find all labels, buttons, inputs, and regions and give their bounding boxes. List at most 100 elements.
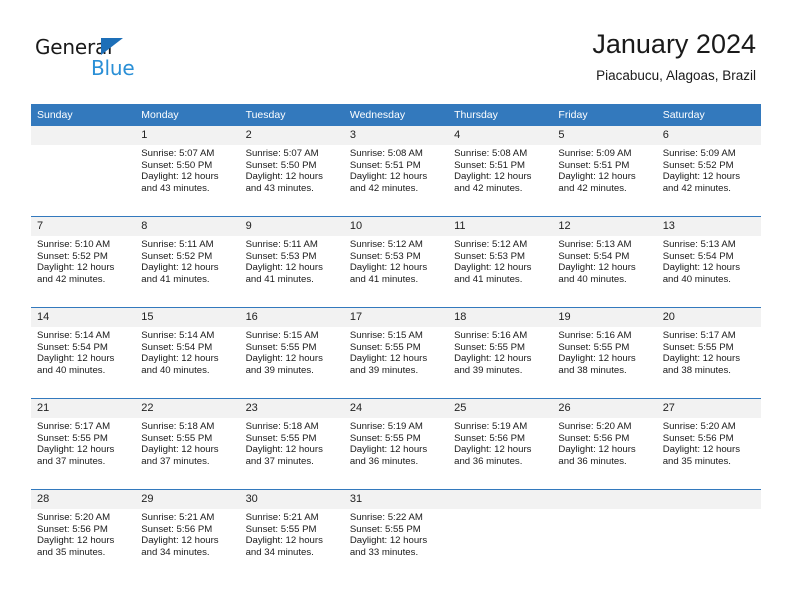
sunset-text: Sunset: 5:52 PM (37, 250, 108, 262)
day-details: Sunrise: 5:07 AM Sunset: 5:50 PM Dayligh… (240, 145, 344, 194)
day-details: Sunrise: 5:19 AM Sunset: 5:55 PM Dayligh… (344, 418, 448, 467)
sunset-text: Sunset: 5:55 PM (245, 432, 317, 444)
daylight-text-line2: and 43 minutes. (245, 182, 314, 194)
daylight-text-line2: and 39 minutes. (349, 364, 419, 376)
daylight-text-line1: Daylight: 12 hours (454, 353, 532, 365)
day-cell[interactable]: 11 Sunrise: 5:12 AM Sunset: 5:53 PM Dayl… (448, 217, 553, 308)
sunset-text: Sunset: 5:56 PM (558, 432, 630, 444)
sunrise-text: Sunrise: 5:18 AM (245, 421, 319, 432)
day-details: Sunrise: 5:18 AM Sunset: 5:55 PM Dayligh… (135, 418, 239, 467)
day-cell[interactable]: 25 Sunrise: 5:19 AM Sunset: 5:56 PM Dayl… (448, 399, 553, 490)
day-cell[interactable]: 13 Sunrise: 5:13 AM Sunset: 5:54 PM Dayl… (656, 217, 761, 308)
day-cell[interactable]: 18 Sunrise: 5:16 AM Sunset: 5:55 PM Dayl… (448, 308, 553, 399)
day-cell[interactable]: 2 Sunrise: 5:07 AM Sunset: 5:50 PM Dayli… (239, 126, 344, 217)
sunrise-text: Sunrise: 5:13 AM (558, 239, 632, 250)
day-cell[interactable]: 24 Sunrise: 5:19 AM Sunset: 5:55 PM Dayl… (343, 399, 449, 490)
weekday-header-wednesday: Wednesday (343, 104, 449, 126)
daylight-text-line2: and 40 minutes. (37, 364, 106, 376)
sunrise-text: Sunrise: 5:18 AM (141, 421, 215, 432)
day-cell[interactable]: 16 Sunrise: 5:15 AM Sunset: 5:55 PM Dayl… (239, 308, 344, 399)
day-cell[interactable]: 4 Sunrise: 5:08 AM Sunset: 5:51 PM Dayli… (448, 126, 553, 217)
day-cell[interactable]: 5 Sunrise: 5:09 AM Sunset: 5:51 PM Dayli… (552, 126, 657, 217)
day-cell[interactable]: 14 Sunrise: 5:14 AM Sunset: 5:54 PM Dayl… (31, 308, 136, 399)
day-details: Sunrise: 5:13 AM Sunset: 5:54 PM Dayligh… (657, 236, 761, 285)
daylight-text-line2: and 37 minutes. (245, 455, 314, 467)
sunrise-text: Sunrise: 5:15 AM (245, 330, 319, 341)
sunrise-text: Sunrise: 5:07 AM (141, 148, 215, 159)
day-details: Sunrise: 5:15 AM Sunset: 5:55 PM Dayligh… (344, 327, 448, 376)
title-block: January 2024 Piacabucu, Alagoas, Brazil (592, 28, 756, 84)
day-cell[interactable]: 1 Sunrise: 5:07 AM Sunset: 5:50 PM Dayli… (135, 126, 240, 217)
day-cell[interactable]: 22 Sunrise: 5:18 AM Sunset: 5:55 PM Dayl… (135, 399, 240, 490)
day-details: Sunrise: 5:21 AM Sunset: 5:56 PM Dayligh… (135, 509, 239, 558)
daylight-text-line1: Daylight: 12 hours (454, 444, 532, 456)
day-details: Sunrise: 5:12 AM Sunset: 5:53 PM Dayligh… (344, 236, 448, 285)
day-cell[interactable]: 6 Sunrise: 5:09 AM Sunset: 5:52 PM Dayli… (656, 126, 761, 217)
sunset-text: Sunset: 5:55 PM (349, 341, 421, 353)
sunrise-text: Sunrise: 5:19 AM (454, 421, 528, 432)
day-cell[interactable]: 28 Sunrise: 5:20 AM Sunset: 5:56 PM Dayl… (31, 490, 136, 581)
day-cell (552, 490, 657, 581)
day-details: Sunrise: 5:09 AM Sunset: 5:51 PM Dayligh… (552, 145, 656, 194)
sunrise-text: Sunrise: 5:11 AM (141, 239, 214, 250)
day-cell[interactable]: 30 Sunrise: 5:21 AM Sunset: 5:55 PM Dayl… (239, 490, 344, 581)
day-cell[interactable]: 26 Sunrise: 5:20 AM Sunset: 5:56 PM Dayl… (552, 399, 657, 490)
day-number: 26 (552, 399, 657, 418)
sunset-text: Sunset: 5:55 PM (662, 341, 734, 353)
sunset-text: Sunset: 5:55 PM (37, 432, 108, 444)
day-details: Sunrise: 5:09 AM Sunset: 5:52 PM Dayligh… (657, 145, 761, 194)
sunset-text: Sunset: 5:55 PM (349, 523, 421, 535)
daylight-text-line1: Daylight: 12 hours (245, 444, 323, 456)
sunset-text: Sunset: 5:53 PM (349, 250, 421, 262)
day-number: 5 (552, 126, 657, 145)
daylight-text-line2: and 41 minutes. (141, 273, 210, 285)
day-cell[interactable]: 7 Sunrise: 5:10 AM Sunset: 5:52 PM Dayli… (31, 217, 136, 308)
day-cell[interactable]: 12 Sunrise: 5:13 AM Sunset: 5:54 PM Dayl… (552, 217, 657, 308)
day-cell[interactable]: 23 Sunrise: 5:18 AM Sunset: 5:55 PM Dayl… (239, 399, 344, 490)
day-cell[interactable]: 17 Sunrise: 5:15 AM Sunset: 5:55 PM Dayl… (343, 308, 449, 399)
day-details: Sunrise: 5:16 AM Sunset: 5:55 PM Dayligh… (448, 327, 552, 376)
day-number: 7 (31, 217, 136, 236)
weekday-header-monday: Monday (135, 104, 240, 126)
daylight-text-line1: Daylight: 12 hours (558, 353, 636, 365)
day-details: Sunrise: 5:20 AM Sunset: 5:56 PM Dayligh… (552, 418, 656, 467)
day-cell[interactable]: 15 Sunrise: 5:14 AM Sunset: 5:54 PM Dayl… (135, 308, 240, 399)
daylight-text-line1: Daylight: 12 hours (558, 171, 636, 183)
day-cell[interactable]: 10 Sunrise: 5:12 AM Sunset: 5:53 PM Dayl… (343, 217, 449, 308)
sunset-text: Sunset: 5:51 PM (454, 159, 526, 171)
daylight-text-line2: and 43 minutes. (141, 182, 210, 194)
daylight-text-line1: Daylight: 12 hours (349, 262, 428, 274)
daylight-text-line2: and 38 minutes. (558, 364, 627, 376)
daylight-text-line1: Daylight: 12 hours (349, 171, 428, 183)
day-number: 6 (656, 126, 761, 145)
day-details: Sunrise: 5:11 AM Sunset: 5:52 PM Dayligh… (135, 236, 239, 285)
sunset-text: Sunset: 5:54 PM (662, 250, 734, 262)
day-cell[interactable]: 27 Sunrise: 5:20 AM Sunset: 5:56 PM Dayl… (656, 399, 761, 490)
day-cell[interactable]: 31 Sunrise: 5:22 AM Sunset: 5:55 PM Dayl… (343, 490, 449, 581)
day-number (656, 490, 761, 509)
day-number: 30 (239, 490, 344, 509)
day-number: 12 (552, 217, 657, 236)
daylight-text-line1: Daylight: 12 hours (141, 171, 219, 183)
day-cell[interactable]: 19 Sunrise: 5:16 AM Sunset: 5:55 PM Dayl… (552, 308, 657, 399)
sunset-text: Sunset: 5:51 PM (558, 159, 630, 171)
daylight-text-line1: Daylight: 12 hours (245, 262, 323, 274)
week-row: 7 Sunrise: 5:10 AM Sunset: 5:52 PM Dayli… (31, 216, 761, 308)
daylight-text-line2: and 37 minutes. (141, 455, 210, 467)
sunrise-text: Sunrise: 5:13 AM (662, 239, 736, 250)
day-cell[interactable]: 3 Sunrise: 5:08 AM Sunset: 5:51 PM Dayli… (343, 126, 449, 217)
day-details: Sunrise: 5:17 AM Sunset: 5:55 PM Dayligh… (31, 418, 135, 467)
day-cell[interactable]: 20 Sunrise: 5:17 AM Sunset: 5:55 PM Dayl… (656, 308, 761, 399)
sunrise-text: Sunrise: 5:16 AM (454, 330, 528, 341)
day-number: 3 (343, 126, 449, 145)
weekday-header-tuesday: Tuesday (239, 104, 344, 126)
daylight-text-line2: and 35 minutes. (662, 455, 731, 467)
day-cell[interactable]: 8 Sunrise: 5:11 AM Sunset: 5:52 PM Dayli… (135, 217, 240, 308)
sunset-text: Sunset: 5:56 PM (141, 523, 213, 535)
daylight-text-line2: and 36 minutes. (349, 455, 419, 467)
day-number: 29 (135, 490, 240, 509)
day-cell[interactable]: 29 Sunrise: 5:21 AM Sunset: 5:56 PM Dayl… (135, 490, 240, 581)
day-cell[interactable]: 21 Sunrise: 5:17 AM Sunset: 5:55 PM Dayl… (31, 399, 136, 490)
day-number: 10 (343, 217, 449, 236)
day-cell[interactable]: 9 Sunrise: 5:11 AM Sunset: 5:53 PM Dayli… (239, 217, 344, 308)
